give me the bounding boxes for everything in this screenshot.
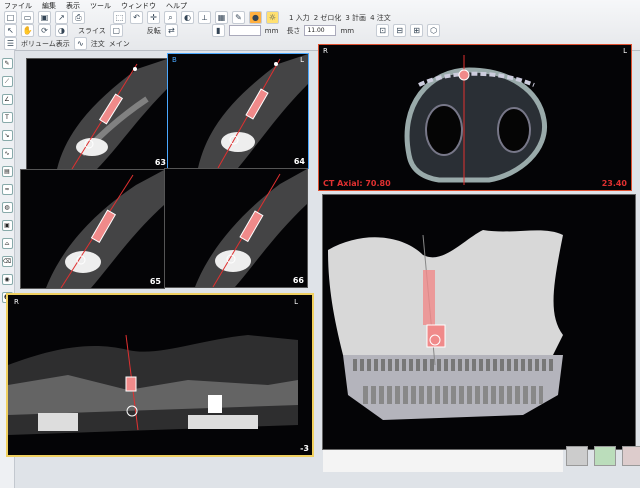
nerve-trace-icon[interactable]: ≈ (1, 184, 13, 195)
open-folder-icon[interactable]: ▭ (21, 11, 34, 24)
length-label: 長さ (286, 26, 301, 35)
camera-icon[interactable]: ◉ (1, 274, 13, 285)
sagittal-image-64 (198, 54, 308, 168)
ruler-icon[interactable]: ⟋ (1, 76, 13, 87)
box-icon[interactable]: ▣ (1, 220, 13, 231)
length-unit-label: mm (340, 26, 355, 35)
measure-icon[interactable]: ⟂ (198, 11, 211, 24)
diameter-unit-label: mm (264, 26, 279, 35)
panoramic-image (8, 334, 298, 435)
pan-icon[interactable]: ✋ (21, 24, 34, 37)
axial-image (404, 55, 547, 185)
reverse-label: 反転 (146, 26, 161, 35)
undo-icon[interactable]: ↶ (130, 11, 143, 24)
thumbnail-view[interactable] (594, 446, 616, 466)
sagittal-image-65 (46, 170, 164, 288)
tooth-icon[interactable]: ⌓ (1, 238, 13, 249)
implant-list-icon[interactable]: ☰ (4, 37, 17, 50)
crop-label: スライス (78, 26, 106, 35)
axial-value: 23.40 (601, 179, 627, 188)
menu-edit[interactable]: 編集 (42, 1, 56, 11)
slice-number-pano: -3 (300, 444, 309, 453)
length-input[interactable]: 11.00 (304, 25, 337, 36)
view-label-tl: B (172, 56, 177, 64)
view-label-tr: L (294, 298, 298, 306)
view-top-icon[interactable]: ⊡ (376, 24, 390, 37)
new-file-icon[interactable]: □ (4, 11, 17, 24)
grid-icon[interactable]: ▦ (215, 11, 228, 24)
slice-number-64: 64 (293, 157, 305, 166)
view-label-tl: R (14, 298, 19, 306)
volume-label: ボリューム表示 (21, 39, 70, 48)
implant-icon[interactable]: ▮ (211, 24, 225, 37)
curve-icon[interactable]: ∿ (1, 148, 13, 159)
menu-tool[interactable]: ツール (90, 1, 111, 11)
light-icon[interactable]: ☼ (266, 11, 279, 24)
sagittal-image-66 (195, 169, 307, 287)
toolbar-row-3: ☰ ボリューム表示 ∿ 注文 メイン (4, 37, 130, 50)
select-icon[interactable]: ⬚ (113, 11, 126, 24)
view-3d-icon[interactable]: ⬡ (427, 24, 441, 37)
toolbar-row-2: ↖ ✋ ⟳ ◑ スライス ▢ 反転 ⇄ ▮ mm 長さ 11.00 mm ⊡ ⊟… (4, 24, 441, 37)
annotation-icon[interactable]: ✎ (232, 11, 245, 24)
sagittal-view-63[interactable]: 63 (26, 58, 170, 170)
export-icon[interactable]: ↗ (55, 11, 68, 24)
menu-file[interactable]: ファイル (4, 1, 32, 11)
arrow-icon[interactable]: ↘ (1, 130, 13, 141)
angle-icon[interactable]: ∠ (1, 94, 13, 105)
step-2-button[interactable]: 2 ゼロ化 (314, 13, 342, 23)
menu-help[interactable]: ヘルプ (166, 1, 187, 11)
zoom-icon[interactable]: ⌕ (164, 11, 177, 24)
view-front-icon[interactable]: ⊟ (393, 24, 407, 37)
view-side-icon[interactable]: ⊞ (410, 24, 424, 37)
step-1-button[interactable]: 1 入力 (289, 13, 310, 23)
crop-icon[interactable]: ▢ (109, 24, 123, 37)
view-label-tr: L (623, 47, 627, 55)
slice-number-66: 66 (292, 276, 304, 285)
panoramic-view[interactable]: R L -3 (6, 293, 314, 457)
step-3-button[interactable]: 3 計画 (345, 13, 366, 23)
reverse-icon[interactable]: ⇄ (164, 24, 178, 37)
sagittal-image-63 (57, 59, 167, 169)
order-label: 注文 (90, 39, 105, 48)
diameter-input[interactable] (228, 25, 261, 36)
volume-3d-view[interactable] (322, 194, 636, 450)
chart-icon[interactable]: ▤ (1, 166, 13, 177)
nerve-icon[interactable]: ∿ (73, 37, 87, 50)
save-icon[interactable]: ▣ (38, 11, 51, 24)
color-icon[interactable]: ● (249, 11, 262, 24)
cursor-icon[interactable]: ↖ (4, 24, 17, 37)
volume-3d-image (328, 230, 563, 420)
thumbnail-face[interactable] (622, 446, 640, 466)
status-bar (323, 450, 563, 472)
step-4-button[interactable]: 4 注文 (370, 13, 391, 23)
eraser-icon[interactable]: ⌫ (1, 256, 13, 267)
axial-title: CT Axial: 70.80 (323, 179, 391, 188)
move-icon[interactable]: ✛ (147, 11, 160, 24)
view-label-tl: R (323, 47, 328, 55)
pencil-icon[interactable]: ✎ (1, 58, 13, 69)
menu-window[interactable]: ウィンドウ (121, 1, 156, 11)
slice-number-65: 65 (149, 277, 161, 286)
sagittal-view-65[interactable]: 65 (20, 169, 165, 289)
text-icon[interactable]: T (1, 112, 13, 123)
main-label: メイン (108, 39, 130, 48)
slice-number-63: 63 (154, 158, 166, 167)
sagittal-view-66[interactable]: 66 (164, 168, 308, 288)
window-level-icon[interactable]: ◐ (181, 11, 194, 24)
axial-view[interactable]: R L CT Axial: 70.80 23.40 (318, 44, 632, 191)
menu-bar: ファイル 編集 表示 ツール ウィンドウ ヘルプ (4, 1, 187, 11)
view-label-tr: L (300, 56, 304, 64)
globe-icon[interactable]: ◍ (1, 202, 13, 213)
rotate-icon[interactable]: ⟳ (38, 24, 51, 37)
menu-view[interactable]: 表示 (66, 1, 80, 11)
print-icon[interactable]: ⎙ (72, 11, 85, 24)
thumbnail-strip (566, 446, 640, 466)
sagittal-view-64[interactable]: B L 64 (167, 53, 309, 169)
brightness-icon[interactable]: ◑ (55, 24, 68, 37)
thumbnail-skull[interactable] (566, 446, 588, 466)
toolbar-row-1: □ ▭ ▣ ↗ ⎙ ⬚ ↶ ✛ ⌕ ◐ ⟂ ▦ ✎ ● ☼ 1 入力 2 ゼロ化… (4, 11, 391, 24)
